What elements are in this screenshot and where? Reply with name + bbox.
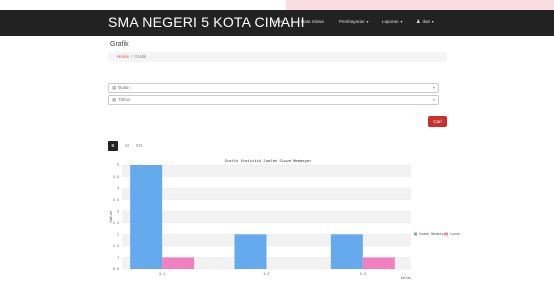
top-banner [286, 0, 554, 10]
breadcrumb: Home / Grafik [108, 52, 447, 62]
y-tick-label: 1 [117, 256, 119, 260]
bar [130, 165, 163, 269]
grid-band [122, 165, 411, 177]
y-tick-label: 3.5 [113, 198, 119, 202]
calendar-icon: ▦ [112, 85, 117, 90]
nav-pembayaran[interactable]: Pembayaran ▾ [339, 19, 369, 24]
calendar-icon: ▦ [112, 97, 117, 102]
y-tick-label: 2.5 [113, 221, 119, 225]
tahun-select[interactable]: ▦ Tahun ▾ [108, 95, 439, 105]
chevron-down-icon: ▾ [432, 97, 435, 102]
y-tick-label: 5 [117, 163, 119, 167]
nav-laporan[interactable]: Laporan ▾ [382, 19, 403, 24]
nav-data-siswa-label: Data Siswa [301, 19, 324, 24]
legend-label: Lunas [450, 232, 460, 236]
chart-container: 0.5 1 1.5 2 2.5 3 3.5 4 4.5 5 Grafik Statistik Jum… [108, 155, 468, 295]
nav-laporan-label: Laporan [382, 19, 399, 24]
nav-home[interactable]: Home [272, 19, 284, 24]
x-tick-label: X-3 [360, 272, 366, 276]
bar-chart: 0.5 1 1.5 2 2.5 3 3.5 4 4.5 5 Grafik Statistik Jum… [109, 158, 460, 280]
y-tick-label: 3 [117, 209, 119, 213]
bulan-placeholder: Bulan [118, 85, 130, 90]
grid-band [122, 188, 411, 200]
legend-swatch [414, 232, 417, 236]
chart-title: Grafik Statistik Jumlah Siswa Membayar [225, 158, 313, 163]
x-tick-label: X-2 [263, 272, 269, 276]
bar [362, 257, 395, 269]
bar [234, 234, 267, 269]
nav-data-siswa[interactable]: Data Siswa [301, 19, 324, 24]
nav-home-label: Home [272, 19, 285, 24]
chevron-down-icon: ▾ [432, 85, 435, 90]
bar [330, 234, 363, 269]
nav-user[interactable]: ♟ Ikat ▾ [416, 19, 434, 25]
x-tick-label: X-1 [159, 272, 165, 276]
breadcrumb-separator: / [131, 54, 133, 59]
y-tick-label: 4.5 [113, 175, 119, 179]
legend-swatch [445, 232, 448, 236]
tab-so[interactable]: SO [134, 141, 144, 151]
tab-b[interactable]: B [108, 141, 118, 151]
legend-label: Sudah Membayar [419, 232, 448, 236]
x-axis-label: Kelas [401, 276, 411, 280]
page-title: Grafik [110, 41, 129, 48]
cari-button[interactable]: Cari [428, 116, 447, 127]
nav-pembayaran-label: Pembayaran [339, 19, 365, 24]
y-tick-label: 2 [117, 233, 119, 237]
caret-down-icon: ▾ [366, 19, 369, 24]
breadcrumb-home[interactable]: Home [117, 54, 129, 59]
user-icon: ♟ [416, 19, 421, 25]
y-tick-label: 0.5 [113, 267, 119, 271]
caret-down-icon: ▾ [431, 19, 434, 24]
tahun-placeholder: Tahun [118, 97, 131, 102]
y-tick-label: 1.5 [113, 244, 119, 248]
bar [162, 257, 195, 269]
breadcrumb-current: Grafik [134, 54, 147, 59]
navbar: SMA NEGERI 5 KOTA CIMAHI Home Data Siswa… [0, 10, 554, 36]
nav-user-label: Ikat [422, 19, 430, 24]
caret-down-icon: ▾ [400, 19, 403, 24]
y-tick-label: 4 [117, 186, 119, 190]
grid-band [122, 211, 411, 223]
bulan-select[interactable]: ▦ Bulan ▾ [108, 83, 439, 93]
y-axis-label: Jumlah [109, 211, 113, 223]
tab-m[interactable]: M [122, 141, 132, 151]
